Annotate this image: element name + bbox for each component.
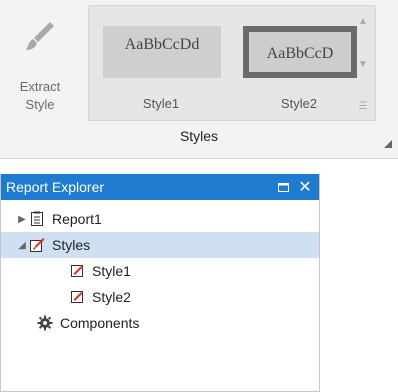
tree-node-label: Styles [52, 237, 91, 253]
maximize-button[interactable] [273, 174, 293, 200]
style1-preview: AaBbCcDd [103, 26, 221, 78]
styles-icon [29, 237, 45, 253]
tree-node-label: Components [60, 315, 140, 331]
styles-gallery: AaBbCcDd Style1 AaBbCcD Style2 ▲ ▼ ☰ [88, 5, 376, 121]
styles-ribbon-group: Extract Style AaBbCcDd Style1 AaBbCcD St… [0, 0, 398, 159]
expand-arrow-icon[interactable]: ▶ [15, 214, 29, 225]
close-button[interactable]: ✕ [295, 174, 315, 200]
scroll-up-icon[interactable]: ▲ [358, 16, 368, 27]
brush-icon [26, 22, 54, 50]
report-explorer-panel: Report Explorer ✕ ▶ Report1 ◢ Styles Sty… [0, 174, 320, 392]
explorer-tree: ▶ Report1 ◢ Styles Style1 Style2 Compone… [1, 200, 319, 336]
collapse-arrow-icon[interactable]: ◢ [15, 240, 29, 251]
gear-icon [37, 315, 53, 331]
style2-label: Style2 [280, 96, 318, 111]
scroll-down-icon[interactable]: ▼ [358, 59, 368, 70]
gallery-scroll: ▲ ▼ ☰ [357, 16, 369, 112]
maximize-icon [277, 182, 289, 192]
tree-node-style2[interactable]: Style2 [1, 284, 319, 310]
gallery-item-style1[interactable]: AaBbCcDd Style1 [95, 14, 227, 114]
panel-title: Report Explorer [6, 179, 105, 195]
dialog-launcher-icon[interactable] [384, 140, 392, 148]
report-icon [29, 211, 45, 227]
style1-label: Style1 [142, 96, 180, 111]
tree-node-style1[interactable]: Style1 [1, 258, 319, 284]
extract-style-label: Extract Style [19, 79, 61, 112]
extract-style-button[interactable]: Extract Style [2, 6, 78, 124]
close-icon: ✕ [298, 179, 312, 196]
panel-header: Report Explorer ✕ [1, 174, 319, 200]
tree-node-label: Style2 [92, 289, 131, 305]
style-icon [69, 289, 85, 305]
style-icon [69, 263, 85, 279]
tree-node-components[interactable]: Components [1, 310, 319, 336]
tree-node-styles[interactable]: ◢ Styles [1, 232, 319, 258]
gallery-item-style2[interactable]: AaBbCcD Style2 [233, 14, 365, 114]
gallery-expand-icon[interactable]: ☰ [359, 101, 368, 112]
tree-node-label: Report1 [52, 211, 102, 227]
style2-preview: AaBbCcD [243, 26, 357, 78]
group-label: Styles [179, 128, 219, 144]
tree-node-report[interactable]: ▶ Report1 [1, 206, 319, 232]
tree-node-label: Style1 [92, 263, 131, 279]
